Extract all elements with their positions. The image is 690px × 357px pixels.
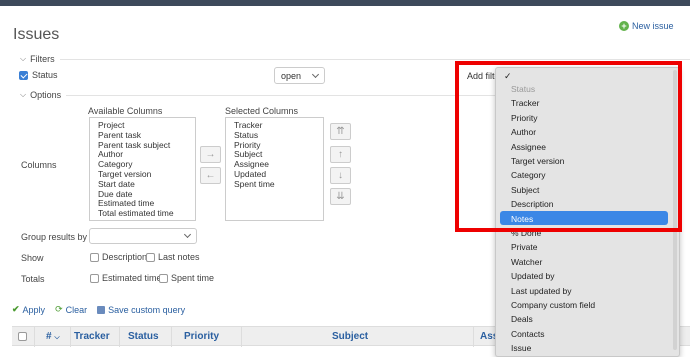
reload-icon: ⟳ <box>55 304 63 314</box>
status-operator-select[interactable]: open <box>274 67 325 84</box>
top-bar <box>0 0 690 6</box>
filter-option-company-custom-field[interactable]: Company custom field <box>511 300 595 310</box>
column-divider <box>473 327 474 347</box>
move-bottom-button[interactable]: ⇊ <box>330 188 351 205</box>
totals-spent-time-option[interactable]: Spent time <box>159 273 214 283</box>
move-up-button[interactable]: ↑ <box>330 146 351 163</box>
totals-estimated-time-checkbox[interactable] <box>90 273 99 283</box>
status-filter-toggle[interactable]: Status <box>19 70 58 80</box>
save-custom-query-button[interactable]: Save custom query <box>97 304 185 315</box>
column-header-priority[interactable]: Priority <box>184 331 219 342</box>
move-down-button[interactable]: ↓ <box>330 167 351 184</box>
column-header-subject[interactable]: Subject <box>332 331 368 342</box>
column-header-tracker[interactable]: Tracker <box>74 331 110 342</box>
available-columns-label: Available Columns <box>88 106 163 116</box>
chevron-down-icon <box>311 70 320 78</box>
filter-option-issue[interactable]: Issue <box>511 343 531 353</box>
check-icon: ✔ <box>12 304 20 314</box>
column-divider <box>70 327 71 347</box>
annotation-highlight-box <box>455 61 682 232</box>
totals-label: Totals <box>21 274 45 284</box>
column-divider <box>171 327 172 347</box>
new-issue-link[interactable]: + New issue <box>619 21 674 31</box>
selected-columns-label: Selected Columns <box>225 106 299 116</box>
new-issue-label: New issue <box>632 21 674 31</box>
available-columns-list[interactable]: Project Parent task Parent task subject Aut… <box>89 117 196 221</box>
chevron-down-icon <box>183 230 192 239</box>
clear-button[interactable]: ⟳ Clear <box>55 304 87 315</box>
show-description-option[interactable]: Description <box>90 252 147 262</box>
filter-option-watcher[interactable]: Watcher <box>511 257 542 267</box>
apply-button[interactable]: ✔ Apply <box>12 304 45 315</box>
selected-column-option[interactable]: Spent time <box>234 179 323 190</box>
status-checkbox[interactable] <box>19 70 28 80</box>
move-left-button[interactable]: ← <box>200 167 221 184</box>
chevron-down-icon: ⌵ <box>54 334 60 341</box>
move-top-button[interactable]: ⇈ <box>330 123 351 140</box>
column-divider <box>119 327 120 347</box>
totals-estimated-time-option[interactable]: Estimated time <box>90 273 162 283</box>
available-column-option[interactable]: Total estimated time <box>98 208 195 219</box>
filter-option-deals[interactable]: Deals <box>511 314 533 324</box>
show-last-notes-option[interactable]: Last notes <box>146 252 200 262</box>
group-results-by-label: Group results by <box>21 232 88 242</box>
plus-icon: + <box>619 21 629 31</box>
column-header-status[interactable]: Status <box>128 331 159 342</box>
columns-label: Columns <box>21 160 57 170</box>
filters-divider <box>60 59 690 60</box>
query-actions: ✔ Apply ⟳ Clear Save custom query <box>12 304 185 315</box>
filter-option-updated-by[interactable]: Updated by <box>511 271 554 281</box>
show-last-notes-checkbox[interactable] <box>146 252 155 262</box>
show-label: Show <box>21 253 44 263</box>
show-description-checkbox[interactable] <box>90 252 99 262</box>
status-filter-label: Status <box>32 70 58 80</box>
chevron-down-icon: ⌵ <box>20 90 27 99</box>
options-divider <box>66 95 496 96</box>
column-header-id[interactable]: # ⌵ <box>46 331 60 342</box>
selected-columns-list[interactable]: Tracker Status Priority Subject Assignee Upda… <box>225 117 324 221</box>
group-results-by-select[interactable] <box>89 228 197 244</box>
filter-option-last-updated-by[interactable]: Last updated by <box>511 286 572 296</box>
filter-option-private[interactable]: Private <box>511 242 537 252</box>
filters-legend[interactable]: ⌵ Filters <box>20 54 55 64</box>
options-legend[interactable]: ⌵ Options <box>20 90 61 100</box>
filter-option-contacts[interactable]: Contacts <box>511 329 545 339</box>
select-all-checkbox[interactable] <box>18 332 27 341</box>
save-icon <box>97 305 106 314</box>
status-operator-value: open <box>281 70 302 81</box>
totals-spent-time-checkbox[interactable] <box>159 273 168 283</box>
column-divider <box>34 327 35 347</box>
chevron-down-icon: ⌵ <box>20 54 27 63</box>
column-divider <box>241 327 242 347</box>
move-right-button[interactable]: → <box>200 146 221 163</box>
page-title: Issues <box>13 26 60 43</box>
